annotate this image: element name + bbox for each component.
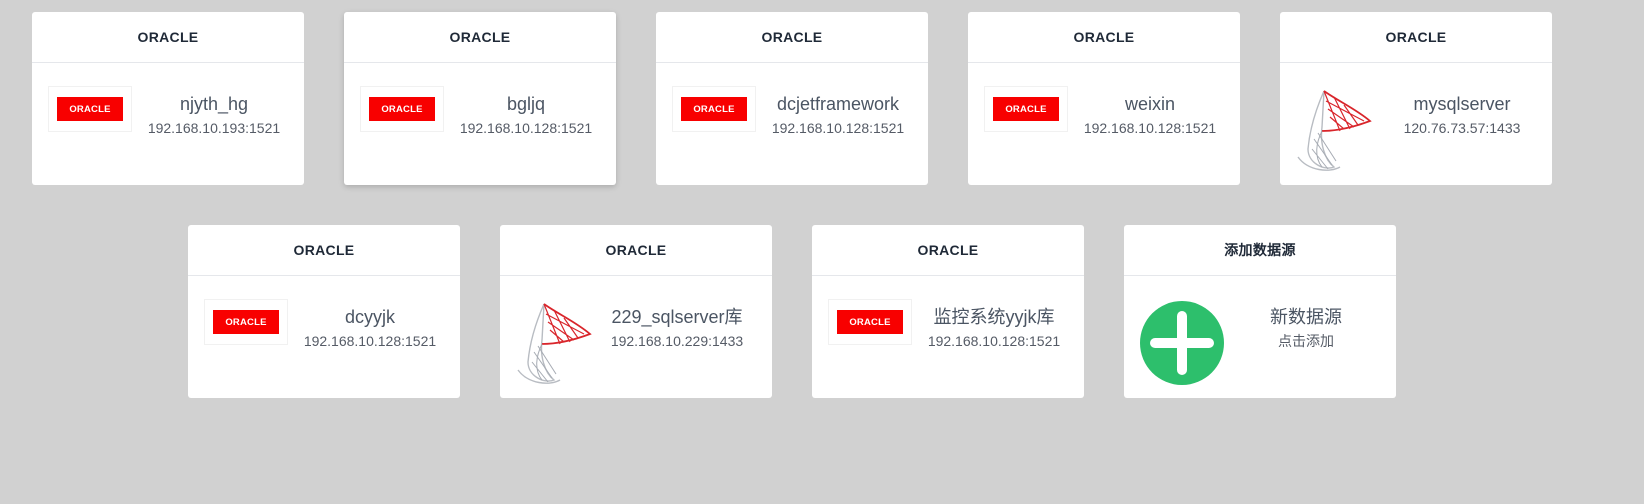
datasource-name: weixin bbox=[1124, 94, 1176, 114]
datasource-address: 192.168.10.193:1521 bbox=[147, 120, 281, 136]
datasource-card-dcyyjk[interactable]: ORACLE ORACLE dcyyjk 192.168.10.128:1521 bbox=[188, 225, 460, 398]
card-header: ORACLE bbox=[32, 12, 304, 63]
sqlserver-logo-icon bbox=[517, 303, 592, 384]
datasource-name: 新数据源 bbox=[1270, 307, 1342, 327]
datasource-name: njyth_hg bbox=[179, 94, 249, 114]
datasource-card-229-sqlserver[interactable]: ORACLE 229_sqlserver库 192.168.10.229:143… bbox=[500, 225, 772, 398]
card-header: ORACLE bbox=[812, 225, 1084, 276]
datasource-card-yyjk[interactable]: ORACLE ORACLE 监控系统yyjk库 192.168.10.128:1… bbox=[812, 225, 1084, 398]
datasource-address: 120.76.73.57:1433 bbox=[1403, 120, 1521, 136]
card-header: ORACLE bbox=[188, 225, 460, 276]
datasource-name: mysqlserver bbox=[1413, 94, 1511, 114]
oracle-logo-icon: ORACLE bbox=[360, 86, 444, 132]
datasource-address: 192.168.10.128:1521 bbox=[927, 333, 1061, 349]
datasource-address: 192.168.10.128:1521 bbox=[459, 120, 593, 136]
card-header: ORACLE bbox=[500, 225, 772, 276]
datasource-name: 监控系统yyjk库 bbox=[933, 307, 1055, 327]
add-datasource-card[interactable]: 添加数据源 新数据源 点击添加 bbox=[1124, 225, 1396, 398]
datasource-card-njyth-hg[interactable]: ORACLE ORACLE njyth_hg 192.168.10.193:15… bbox=[32, 12, 304, 185]
datasource-address: 192.168.10.128:1521 bbox=[303, 333, 437, 349]
datasource-address: 192.168.10.128:1521 bbox=[771, 120, 905, 136]
oracle-logo-icon: ORACLE bbox=[204, 299, 288, 345]
add-hint: 点击添加 bbox=[1278, 333, 1334, 349]
datasource-address: 192.168.10.229:1433 bbox=[610, 333, 744, 349]
datasource-name: bgljq bbox=[506, 94, 546, 114]
card-header: ORACLE bbox=[1280, 12, 1552, 63]
card-header: 添加数据源 bbox=[1124, 225, 1396, 276]
datasource-address: 192.168.10.128:1521 bbox=[1083, 120, 1217, 136]
datasource-grid: ORACLE ORACLE njyth_hg 192.168.10.193:15… bbox=[0, 0, 1644, 504]
card-header: ORACLE bbox=[656, 12, 928, 63]
datasource-name: dcyyjk bbox=[344, 307, 395, 327]
add-icon[interactable] bbox=[1140, 301, 1224, 385]
datasource-card-weixin[interactable]: ORACLE ORACLE weixin 192.168.10.128:1521 bbox=[968, 12, 1240, 185]
card-header: ORACLE bbox=[968, 12, 1240, 63]
oracle-logo-icon: ORACLE bbox=[828, 299, 912, 345]
datasource-card-bgljq[interactable]: ORACLE ORACLE bgljq 192.168.10.128:1521 bbox=[344, 12, 616, 185]
oracle-logo-icon: ORACLE bbox=[672, 86, 756, 132]
datasource-card-dcjetframework[interactable]: ORACLE ORACLE dcjetframework 192.168.10.… bbox=[656, 12, 928, 185]
oracle-logo-icon: ORACLE bbox=[48, 86, 132, 132]
card-header: ORACLE bbox=[344, 12, 616, 63]
sqlserver-logo-icon bbox=[1297, 90, 1372, 171]
datasource-name: 229_sqlserver库 bbox=[611, 307, 743, 327]
datasource-card-mysqlserver[interactable]: ORACLE mysqlserver 120.76.73.57:1433 bbox=[1280, 12, 1552, 185]
datasource-name: dcjetframework bbox=[776, 94, 900, 114]
oracle-logo-icon: ORACLE bbox=[984, 86, 1068, 132]
